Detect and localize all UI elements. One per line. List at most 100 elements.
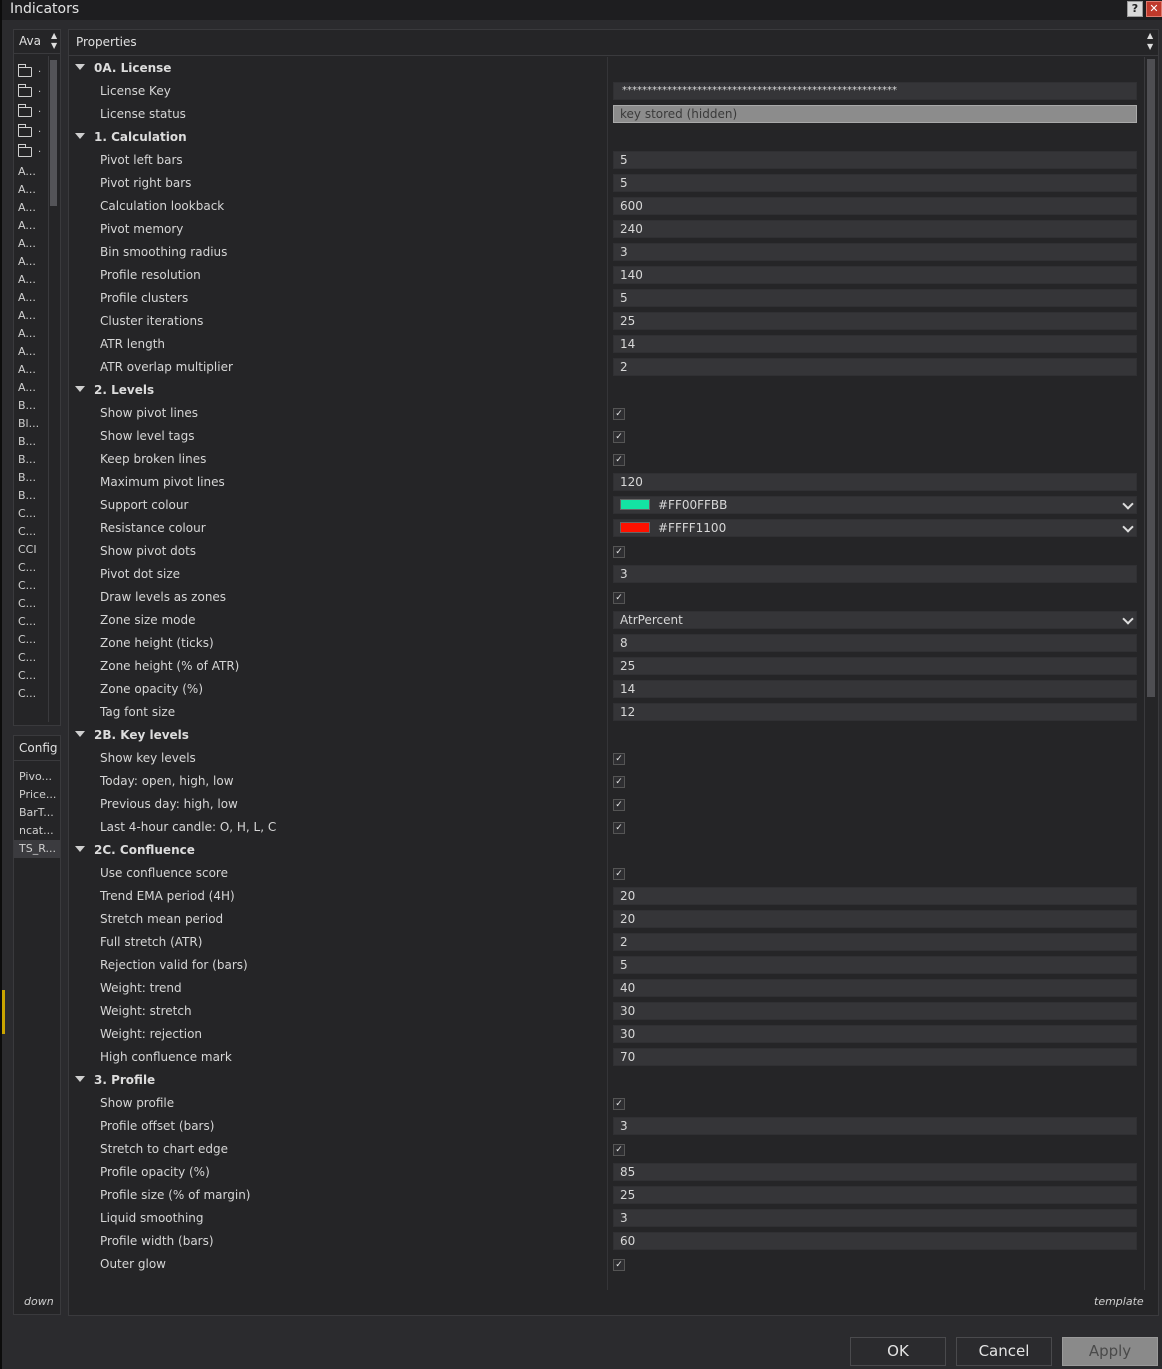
available-item[interactable]: C... (18, 522, 48, 540)
property-value-input[interactable]: 8 (613, 634, 1137, 652)
properties-scrollbar[interactable] (1144, 57, 1156, 1290)
property-value-input[interactable]: 12 (613, 703, 1137, 721)
available-item[interactable]: A... (18, 234, 48, 252)
available-item[interactable]: C... (18, 576, 48, 594)
category-row[interactable]: 0A. License (69, 57, 1143, 80)
property-checkbox[interactable]: ✓ (613, 408, 625, 420)
close-button[interactable]: ✕ (1146, 1, 1162, 17)
available-item[interactable]: C... (18, 504, 48, 522)
property-value-input[interactable]: 25 (613, 1186, 1137, 1204)
property-value-input[interactable]: 3 (613, 1209, 1137, 1227)
available-item[interactable]: A... (18, 306, 48, 324)
collapse-arrow-icon[interactable] (75, 731, 85, 737)
property-color-picker[interactable]: #FF00FFBB (613, 496, 1137, 514)
property-value-input[interactable]: 85 (613, 1163, 1137, 1181)
property-checkbox[interactable]: ✓ (613, 1259, 625, 1271)
available-item[interactable]: A... (18, 288, 48, 306)
scroll-down-icon[interactable]: ▼ (1147, 42, 1153, 51)
configured-item[interactable]: Price... (14, 786, 60, 804)
configured-item[interactable]: ncat... (14, 822, 60, 840)
available-item[interactable]: A... (18, 378, 48, 396)
property-value-input[interactable]: 40 (613, 979, 1137, 997)
folder-item[interactable]: · (18, 62, 48, 82)
chevron-down-icon[interactable] (1124, 612, 1132, 628)
property-value-input[interactable]: 5 (613, 151, 1137, 169)
property-value-input[interactable]: 600 (613, 197, 1137, 215)
property-value-input[interactable]: 3 (613, 565, 1137, 583)
property-color-picker[interactable]: #FFFF1100 (613, 519, 1137, 537)
property-value-input[interactable]: 30 (613, 1002, 1137, 1020)
property-value-input[interactable]: 30 (613, 1025, 1137, 1043)
available-item[interactable]: B... (18, 432, 48, 450)
collapse-arrow-icon[interactable] (75, 64, 85, 70)
folder-item[interactable]: · (18, 142, 48, 162)
scroll-up-icon[interactable]: ▲ (51, 31, 57, 40)
property-value-input[interactable]: 70 (613, 1048, 1137, 1066)
folder-item[interactable]: · (18, 122, 48, 142)
property-value-input[interactable]: 140 (613, 266, 1137, 284)
category-row[interactable]: 2. Levels (69, 379, 1143, 402)
property-value-input[interactable]: 5 (613, 956, 1137, 974)
collapse-arrow-icon[interactable] (75, 846, 85, 852)
property-value-input[interactable]: 120 (613, 473, 1137, 491)
available-item[interactable]: CCI (18, 540, 48, 558)
available-item[interactable]: A... (18, 180, 48, 198)
property-checkbox[interactable]: ✓ (613, 454, 625, 466)
folder-item[interactable]: · (18, 82, 48, 102)
available-item[interactable]: A... (18, 198, 48, 216)
property-checkbox[interactable]: ✓ (613, 776, 625, 788)
available-item[interactable]: C... (18, 684, 48, 702)
property-value-input[interactable]: 14 (613, 335, 1137, 353)
available-item[interactable]: Bl... (18, 414, 48, 432)
property-value-input[interactable]: 3 (613, 243, 1137, 261)
available-item[interactable]: B... (18, 486, 48, 504)
available-item[interactable]: A... (18, 216, 48, 234)
apply-button[interactable]: Apply (1062, 1337, 1158, 1366)
chevron-down-icon[interactable] (1124, 497, 1132, 513)
move-down-link[interactable]: down (24, 1295, 54, 1308)
category-row[interactable]: 2B. Key levels (69, 724, 1143, 747)
category-row[interactable]: 1. Calculation (69, 126, 1143, 149)
configured-item[interactable]: BarT... (14, 804, 60, 822)
property-value-input[interactable]: 2 (613, 933, 1137, 951)
available-item[interactable]: A... (18, 252, 48, 270)
property-value-input[interactable]: 25 (613, 657, 1137, 675)
property-value-input[interactable]: 14 (613, 680, 1137, 698)
available-item[interactable]: A... (18, 324, 48, 342)
property-checkbox[interactable]: ✓ (613, 1144, 625, 1156)
property-checkbox[interactable]: ✓ (613, 822, 625, 834)
property-value-input[interactable]: 5 (613, 174, 1137, 192)
property-checkbox[interactable]: ✓ (613, 868, 625, 880)
available-scrollbar[interactable] (48, 56, 58, 722)
available-item[interactable]: A... (18, 360, 48, 378)
chevron-down-icon[interactable] (1124, 520, 1132, 536)
property-value-input[interactable]: 240 (613, 220, 1137, 238)
property-value-input[interactable]: 60 (613, 1232, 1137, 1250)
property-checkbox[interactable]: ✓ (613, 546, 625, 558)
scroll-up-icon[interactable]: ▲ (1147, 31, 1153, 40)
available-item[interactable]: A... (18, 270, 48, 288)
available-item[interactable]: C... (18, 666, 48, 684)
cancel-button[interactable]: Cancel (956, 1337, 1052, 1366)
help-button[interactable]: ? (1127, 1, 1143, 17)
property-dropdown[interactable]: AtrPercent (613, 611, 1137, 629)
property-value-input[interactable]: 3 (613, 1117, 1137, 1135)
category-row[interactable]: 3. Profile (69, 1069, 1143, 1092)
properties-scroll-thumb[interactable] (1147, 59, 1155, 697)
ok-button[interactable]: OK (850, 1337, 946, 1366)
property-checkbox[interactable]: ✓ (613, 431, 625, 443)
available-scroll-thumb[interactable] (50, 60, 57, 206)
available-item[interactable]: C... (18, 648, 48, 666)
scroll-down-icon[interactable]: ▼ (51, 41, 57, 50)
available-item[interactable]: B... (18, 450, 48, 468)
available-item[interactable]: C... (18, 630, 48, 648)
property-value-input[interactable]: 20 (613, 910, 1137, 928)
collapse-arrow-icon[interactable] (75, 386, 85, 392)
template-link[interactable]: template (1094, 1295, 1144, 1308)
available-item[interactable]: A... (18, 162, 48, 180)
available-item[interactable]: A... (18, 342, 48, 360)
collapse-arrow-icon[interactable] (75, 1076, 85, 1082)
property-checkbox[interactable]: ✓ (613, 592, 625, 604)
property-value-input[interactable]: ****************************************… (613, 82, 1137, 100)
configured-item[interactable]: TS_R... (14, 840, 60, 858)
